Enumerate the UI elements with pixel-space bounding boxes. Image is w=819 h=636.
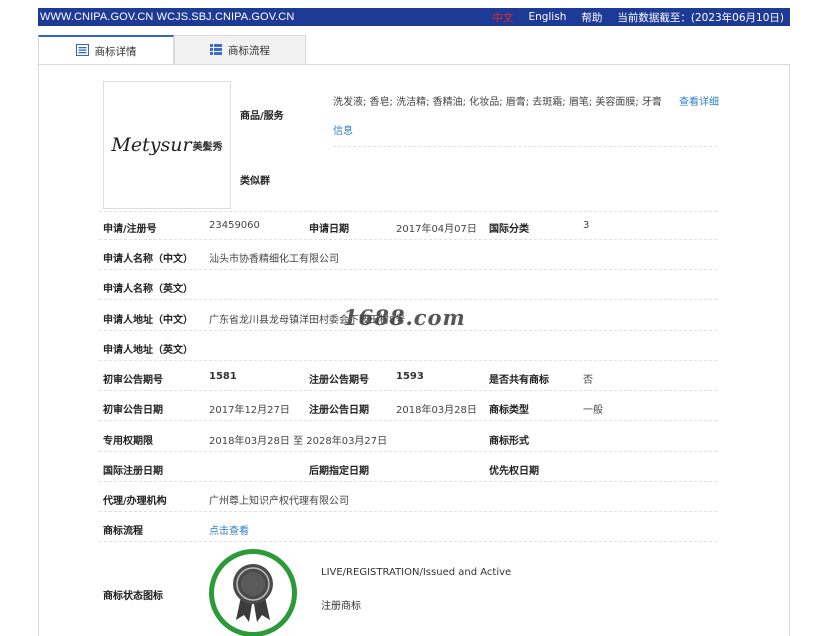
site-domains: WWW.CNIPA.GOV.CN WCJS.SBJ.CNIPA.GOV.CN (40, 11, 295, 23)
divider (99, 541, 717, 542)
divider (99, 420, 717, 421)
process-label: 商标流程 (103, 526, 143, 537)
shared-value: 否 (583, 375, 593, 386)
tab-trademark-process[interactable]: 商标流程 (174, 35, 306, 65)
top-bar: WWW.CNIPA.GOV.CN WCJS.SBJ.CNIPA.GOV.CN 中… (38, 8, 790, 26)
priority-date-label: 优先权日期 (489, 466, 539, 477)
trademark-image: Metysur 美髪秀 (103, 81, 231, 209)
brand-logo-text: Metysur (111, 134, 192, 156)
reg-no-value: 23459060 (209, 220, 260, 231)
divider (333, 146, 717, 147)
reg-pub-date-value: 2018年03月28日 (396, 405, 477, 416)
process-view-link[interactable]: 点击查看 (209, 522, 249, 537)
reg-pub-no-label: 注册公告期号 (309, 375, 369, 386)
watermark-text: 1688.com (343, 305, 466, 330)
applicant-cn-value: 汕头市协香精细化工有限公司 (209, 254, 339, 265)
divider (99, 211, 717, 212)
lang-english-link[interactable]: English (528, 11, 566, 23)
lang-chinese-link[interactable]: 中文 (492, 10, 513, 25)
status-cn: 注册商标 (321, 601, 361, 612)
intl-reg-date-label: 国际注册日期 (103, 466, 163, 477)
apply-date-value: 2017年04月07日 (396, 224, 477, 235)
list-icon (210, 43, 222, 58)
applicant-en-label: 申请人名称（英文） (103, 284, 193, 295)
reg-no-label: 申请/注册号 (103, 224, 157, 235)
later-date-label: 后期指定日期 (309, 466, 369, 477)
details-panel: Metysur 美髪秀 商品/服务 洗发液; 香皂; 洗洁精; 香精油; 化妆品;… (38, 64, 790, 636)
reg-pub-date-label: 注册公告日期 (309, 405, 369, 416)
address-en-label: 申请人地址（英文） (103, 345, 193, 356)
help-link[interactable]: 帮助 (581, 10, 602, 25)
agent-value: 广州尊上知识产权代理有限公司 (209, 496, 349, 507)
tab-trademark-details[interactable]: 商标详情 (38, 35, 174, 65)
intl-class-value: 3 (583, 220, 590, 231)
mark-form-label: 商标形式 (489, 436, 529, 447)
goods-more-link-line2[interactable]: 信息 (333, 122, 353, 137)
prelim-no-value: 1581 (209, 371, 237, 382)
apply-date-label: 申请日期 (309, 224, 349, 235)
intl-class-label: 国际分类 (489, 224, 529, 235)
divider (99, 451, 717, 452)
divider (99, 360, 717, 361)
divider (99, 269, 717, 270)
similar-group-label: 类似群 (240, 176, 270, 187)
goods-value: 洗发液; 香皂; 洗洁精; 香精油; 化妆品; 眉膏; 去斑霜; 眉笔; 美容面… (333, 97, 662, 108)
divider (99, 239, 717, 240)
address-cn-label: 申请人地址（中文） (103, 315, 193, 326)
shared-label: 是否共有商标 (489, 375, 549, 386)
exclusive-label: 专用权期限 (103, 436, 153, 447)
divider (99, 299, 717, 300)
divider (99, 511, 717, 512)
mark-type-value: 一般 (583, 405, 603, 416)
data-date: 当前数据截至：(2023年06月10日) (617, 11, 784, 24)
goods-label: 商品/服务 (240, 111, 284, 122)
tab-label: 商标详情 (94, 45, 137, 58)
status-icon-label: 商标状态图标 (103, 591, 163, 602)
top-bar-links: 中文 English 帮助 当前数据截至：(2023年06月10日) (492, 10, 784, 25)
exclusive-value: 2018年03月28日 至 2028年03月27日 (209, 436, 388, 447)
divider (99, 481, 717, 482)
divider (99, 330, 717, 331)
reg-pub-no-value: 1593 (396, 371, 424, 382)
tab-label: 商标流程 (228, 45, 270, 57)
goods-more-link[interactable]: 查看详细 (679, 93, 719, 108)
prelim-date-value: 2017年12月27日 (209, 405, 290, 416)
document-icon (75, 43, 89, 59)
prelim-date-label: 初审公告日期 (103, 405, 163, 416)
prelim-no-label: 初审公告期号 (103, 375, 163, 386)
brand-logo-cn: 美髪秀 (192, 141, 223, 153)
registered-badge-icon (209, 549, 297, 636)
agent-label: 代理/办理机构 (103, 496, 167, 507)
status-en: LIVE/REGISTRATION/Issued and Active (321, 567, 512, 578)
divider (99, 390, 717, 391)
tab-bar: 商标详情 商标流程 (38, 35, 306, 65)
applicant-cn-label: 申请人名称（中文） (103, 254, 193, 265)
mark-type-label: 商标类型 (489, 405, 529, 416)
